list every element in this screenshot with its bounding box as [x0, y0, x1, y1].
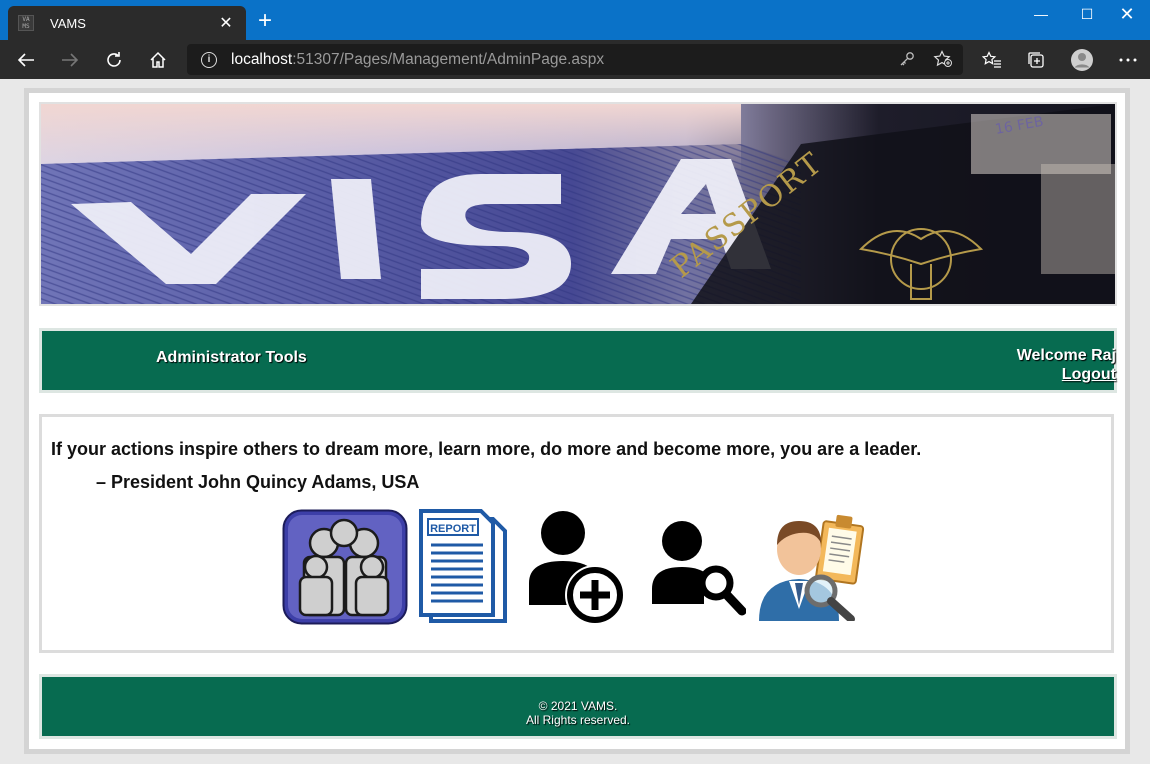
- page-footer: © 2021 VAMS. All Rights reserved.: [39, 674, 1117, 739]
- tab-close-icon[interactable]: ✕: [216, 13, 236, 33]
- leadership-quote: If your actions inspire others to dream …: [51, 439, 922, 459]
- favorite-add-icon[interactable]: [933, 50, 953, 68]
- menu-title: Administrator Tools: [156, 349, 307, 366]
- url-host: localhost: [231, 50, 293, 68]
- browser-tab-bar: VA MS VAMS ✕ + — ☐ ✕: [0, 0, 1150, 40]
- quote-author: – President John Quincy Adams, USA: [96, 472, 420, 492]
- report-icon: REPORT: [419, 509, 507, 623]
- info-icon[interactable]: i: [201, 51, 217, 68]
- user-record-search-tool-button[interactable]: [755, 509, 873, 626]
- favicon-icon: VA MS: [18, 15, 34, 31]
- browser-nav-bar: i localhost:51307/Pages/Management/Admin…: [0, 40, 1150, 79]
- add-user-icon: [529, 511, 625, 625]
- search-user-icon: [652, 521, 747, 616]
- settings-more-button[interactable]: [1112, 44, 1144, 76]
- visa-passport-banner: PASSPORT 16 FEB: [39, 102, 1117, 306]
- tab-title: VAMS: [50, 15, 86, 31]
- page-frame: PASSPORT 16 FEB Administrator Tools Welc…: [24, 88, 1130, 754]
- user-record-search-icon: [755, 509, 873, 623]
- add-user-tool-button[interactable]: [527, 509, 625, 632]
- copyright-text: © 2021 VAMS.: [538, 699, 618, 713]
- report-icon-label: REPORT: [430, 523, 476, 535]
- banner-image: PASSPORT 16 FEB: [41, 104, 1115, 304]
- address-bar[interactable]: i localhost:51307/Pages/Management/Admin…: [187, 44, 963, 75]
- page-container: PASSPORT 16 FEB Administrator Tools Welc…: [29, 93, 1125, 749]
- profile-button[interactable]: [1066, 44, 1098, 76]
- browser-tab[interactable]: VA MS VAMS ✕: [8, 6, 246, 40]
- logout-link[interactable]: Logout: [1017, 365, 1116, 384]
- report-tool-button[interactable]: REPORT: [417, 509, 509, 630]
- collections-button[interactable]: [1020, 44, 1052, 76]
- favorites-button[interactable]: [976, 44, 1008, 76]
- forward-arrow-icon: [62, 53, 79, 67]
- new-tab-button[interactable]: +: [252, 8, 278, 34]
- family-tool-button[interactable]: [282, 509, 408, 630]
- url-path: :51307/Pages/Management/AdminPage.aspx: [292, 50, 605, 68]
- url-text: localhost:51307/Pages/Management/AdminPa…: [231, 51, 604, 69]
- family-icon: [282, 509, 408, 625]
- home-button[interactable]: [142, 44, 174, 76]
- main-content: If your actions inspire others to dream …: [39, 414, 1114, 653]
- forward-button[interactable]: [54, 44, 86, 76]
- admin-menu-bar: Administrator Tools Welcome Raj Logout: [39, 328, 1117, 393]
- more-dots-icon: [1119, 58, 1137, 62]
- refresh-button[interactable]: [98, 44, 130, 76]
- refresh-icon: [107, 52, 121, 67]
- home-icon: [150, 51, 166, 68]
- key-icon[interactable]: [899, 51, 915, 67]
- back-arrow-icon: [17, 53, 34, 67]
- user-welcome: Welcome Raj Logout: [1017, 346, 1116, 384]
- collections-icon: [1028, 52, 1044, 68]
- minimize-button[interactable]: —: [1018, 0, 1064, 30]
- welcome-text: Welcome Raj: [1016, 347, 1116, 364]
- favorites-list-icon: [982, 51, 1001, 68]
- rights-text: All Rights reserved.: [525, 713, 631, 727]
- avatar-icon: [1071, 49, 1093, 71]
- close-window-button[interactable]: ✕: [1104, 0, 1150, 30]
- search-user-tool-button[interactable]: [650, 509, 747, 624]
- back-button[interactable]: [10, 44, 42, 76]
